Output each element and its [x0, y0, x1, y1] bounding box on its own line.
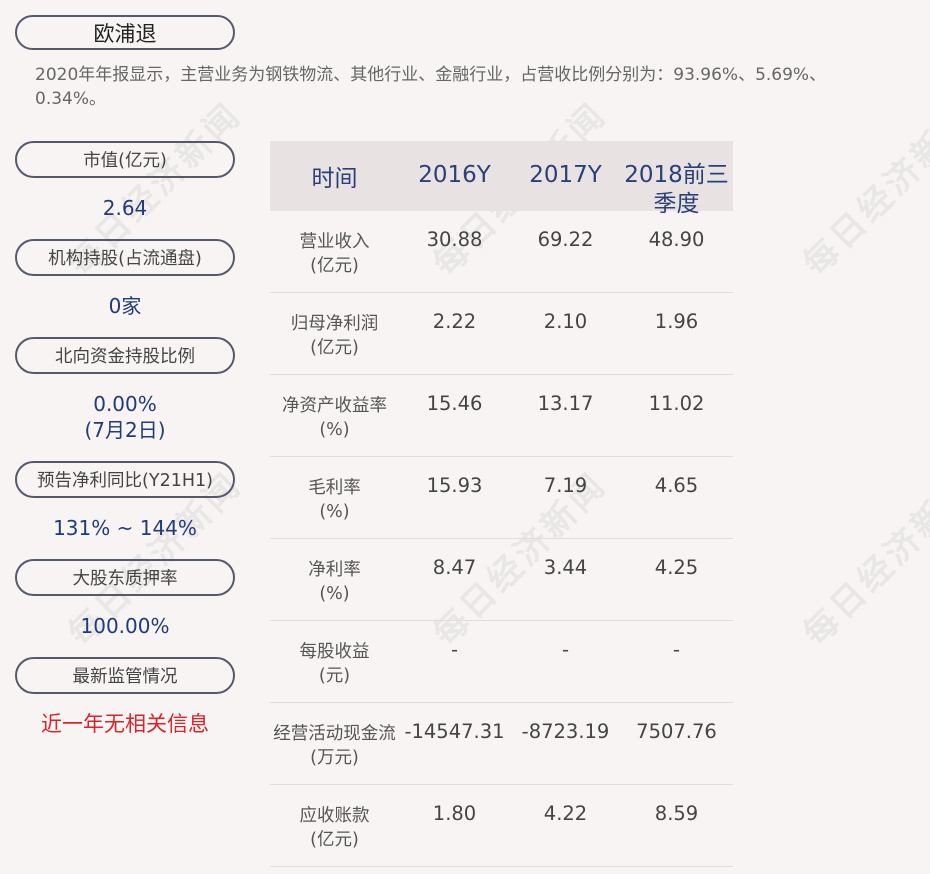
northbound-holding-date: (7月2日)	[84, 418, 166, 442]
table-header: 时间 2016Y 2017Y 2018前三季度	[270, 141, 733, 217]
header-time: 时间	[311, 166, 358, 192]
cell-value: 1.80	[432, 802, 477, 825]
table-row: 净利率 (%) 8.47 3.44 4.25	[270, 539, 733, 621]
table-row: 每股收益 (元) - - -	[270, 621, 733, 703]
company-title: 欧浦退	[15, 15, 235, 50]
cell-value: -	[561, 638, 570, 661]
table-row: 净资产收益率 (%) 15.46 13.17 11.02	[270, 375, 733, 457]
row-label: 每股收益 (元)	[299, 642, 370, 686]
row-label: 经营活动现金流 (万元)	[273, 724, 396, 768]
market-cap-value: 2.64	[102, 196, 148, 220]
profit-forecast-value: 131% ~ 144%	[53, 516, 197, 540]
cell-value: -8723.19	[521, 720, 610, 743]
cell-value: 13.17	[537, 392, 594, 415]
row-label: 毛利率 (%)	[308, 478, 361, 522]
row-label: 营业收入 (亿元)	[299, 232, 370, 276]
pledge-ratio-value: 100.00%	[80, 614, 170, 638]
cell-value: -	[672, 638, 681, 661]
regulation-value: 近一年无相关信息	[41, 712, 209, 736]
market-cap-label: 市值(亿元)	[15, 141, 235, 178]
cell-value: 2.10	[543, 310, 588, 333]
financial-table: 时间 2016Y 2017Y 2018前三季度 营业收入 (亿元) 30.88 6…	[270, 141, 733, 867]
table-row: 毛利率 (%) 15.93 7.19 4.65	[270, 457, 733, 539]
watermark: 每日经济新闻	[795, 464, 930, 654]
cell-value: 2.22	[432, 310, 477, 333]
table-row: 营业收入 (亿元) 30.88 69.22 48.90	[270, 211, 733, 293]
header-year: 2017Y	[529, 162, 602, 188]
northbound-holding-value: 0.00%	[93, 392, 157, 416]
regulation-label: 最新监管情况	[15, 657, 235, 694]
table-row: 归母净利润 (亿元) 2.22 2.10 1.96	[270, 293, 733, 375]
cell-value: 3.44	[543, 556, 588, 579]
cell-value: 8.59	[654, 802, 699, 825]
cell-value: 4.25	[654, 556, 699, 579]
cell-value: 7507.76	[636, 720, 717, 743]
business-description: 2020年年报显示，主营业务为钢铁物流、其他行业、金融行业，占营收比例分别为：9…	[35, 65, 827, 109]
cell-value: 69.22	[537, 228, 594, 251]
cell-value: 15.46	[426, 392, 483, 415]
header-year: 2018前三季度	[624, 162, 729, 217]
row-label: 应收账款 (亿元)	[299, 806, 370, 850]
row-label: 净利率 (%)	[308, 560, 361, 604]
row-label: 归母净利润 (亿元)	[290, 314, 379, 358]
profit-forecast-label: 预告净利同比(Y21H1)	[15, 461, 235, 498]
row-label: 净资产收益率 (%)	[282, 396, 387, 440]
cell-value: 30.88	[426, 228, 483, 251]
cell-value: 11.02	[648, 392, 705, 415]
table-row: 应收账款 (亿元) 1.80 4.22 8.59	[270, 785, 733, 867]
cell-value: 7.19	[543, 474, 588, 497]
cell-value: 15.93	[426, 474, 483, 497]
cell-value: 4.65	[654, 474, 699, 497]
table-row: 经营活动现金流 (万元) -14547.31 -8723.19 7507.76	[270, 703, 733, 785]
cell-value: 4.22	[543, 802, 588, 825]
header-year: 2016Y	[418, 162, 491, 188]
cell-value: -	[450, 638, 459, 661]
cell-value: 48.90	[648, 228, 705, 251]
cell-value: 1.96	[654, 310, 699, 333]
northbound-holding-label: 北向资金持股比例	[15, 337, 235, 374]
watermark: 每日经济新闻	[795, 94, 930, 284]
pledge-ratio-label: 大股东质押率	[15, 559, 235, 596]
cell-value: -14547.31	[404, 720, 505, 743]
institution-holding-value: 0家	[108, 294, 142, 318]
institution-holding-label: 机构持股(占流通盘)	[15, 239, 235, 276]
cell-value: 8.47	[432, 556, 477, 579]
